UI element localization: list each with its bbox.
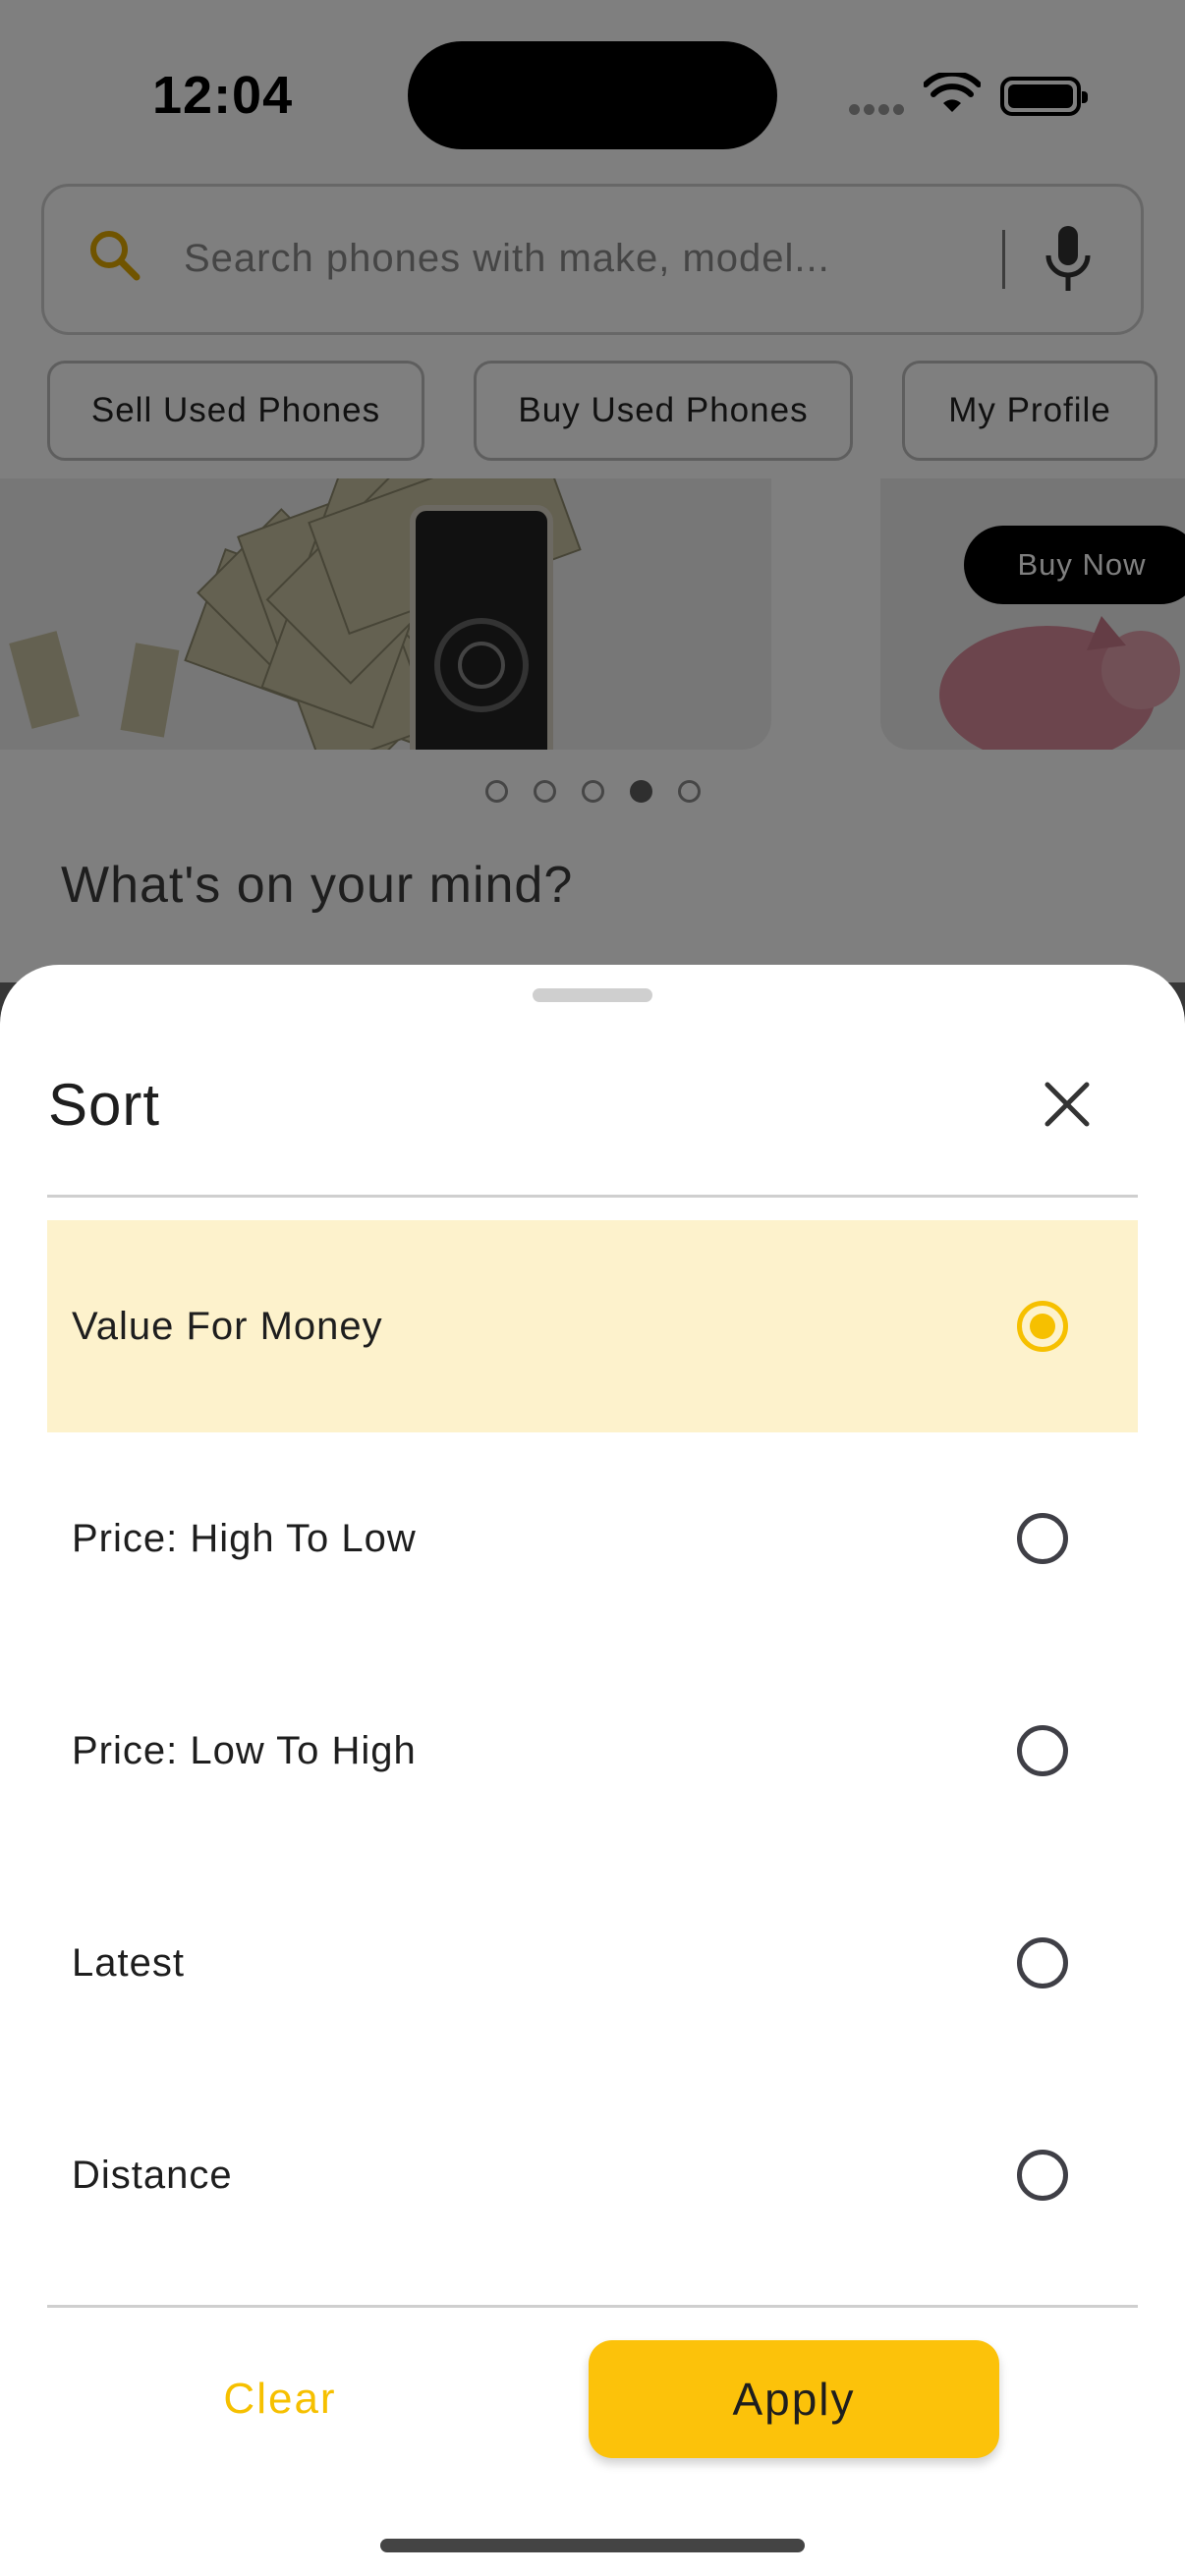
option-label: Latest: [72, 1940, 185, 1985]
radio-selected-icon[interactable]: [1017, 1301, 1068, 1352]
sort-option-latest[interactable]: Latest: [47, 1857, 1138, 2069]
divider: [47, 2305, 1138, 2308]
option-label: Price: High To Low: [72, 1516, 417, 1560]
drag-handle[interactable]: [533, 988, 652, 1002]
sort-option-price-low-to-high[interactable]: Price: Low To High: [47, 1645, 1138, 1857]
option-label: Price: Low To High: [72, 1728, 417, 1772]
radio-unselected-icon[interactable]: [1017, 1725, 1068, 1776]
apply-button[interactable]: Apply: [589, 2340, 999, 2458]
option-label: Distance: [72, 2153, 233, 2197]
sort-option-price-high-to-low[interactable]: Price: High To Low: [47, 1432, 1138, 1645]
sort-option-value-for-money[interactable]: Value For Money: [47, 1220, 1138, 1432]
close-icon[interactable]: [1040, 1077, 1095, 1132]
radio-unselected-icon[interactable]: [1017, 1937, 1068, 1988]
sort-bottom-sheet: Sort Value For Money Price: High To Low …: [0, 965, 1185, 2576]
sheet-title: Sort: [48, 1072, 161, 1138]
clear-button[interactable]: Clear: [138, 2340, 423, 2458]
divider: [47, 1195, 1138, 1198]
sort-options-list: Value For Money Price: High To Low Price…: [47, 1220, 1138, 2281]
radio-unselected-icon[interactable]: [1017, 2150, 1068, 2201]
option-label: Value For Money: [72, 1304, 383, 1348]
radio-unselected-icon[interactable]: [1017, 1513, 1068, 1564]
home-indicator[interactable]: [380, 2539, 805, 2552]
sort-option-distance[interactable]: Distance: [47, 2069, 1138, 2281]
